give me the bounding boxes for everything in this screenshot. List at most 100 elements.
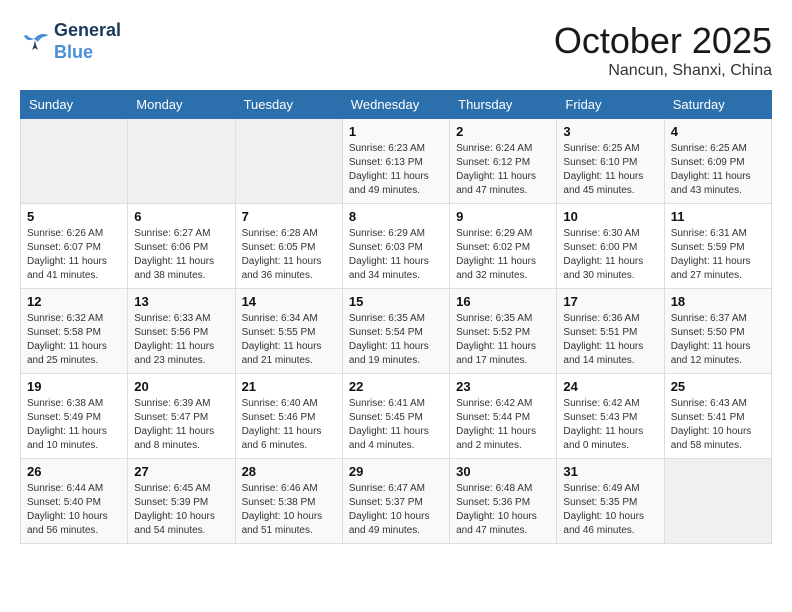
header-thursday: Thursday: [450, 91, 557, 119]
day-info: Sunrise: 6:38 AM Sunset: 5:49 PM Dayligh…: [27, 397, 121, 453]
table-row: 20Sunrise: 6:39 AM Sunset: 5:47 PM Dayli…: [128, 374, 235, 459]
calendar-week-row: 26Sunrise: 6:44 AM Sunset: 5:40 PM Dayli…: [21, 459, 772, 544]
table-row: 9Sunrise: 6:29 AM Sunset: 6:02 PM Daylig…: [450, 204, 557, 289]
day-number: 13: [134, 294, 228, 309]
day-info: Sunrise: 6:25 AM Sunset: 6:10 PM Dayligh…: [563, 142, 657, 198]
table-row: 10 Sunrise: 6:30 AM Sunset: 6:00 PM Dayli…: [557, 204, 664, 289]
table-row: [235, 119, 342, 204]
day-info: Sunrise: 6:24 AM Sunset: 6:12 PM Dayligh…: [456, 142, 550, 198]
day-info: Sunrise: 6:28 AM Sunset: 6:05 PM Dayligh…: [242, 227, 336, 283]
day-info: Sunrise: 6:23 AM Sunset: 6:13 PM Dayligh…: [349, 142, 443, 198]
day-info: Sunrise: 6:31 AM Sunset: 5:59 PM Dayligh…: [671, 227, 765, 283]
day-number: 8: [349, 209, 443, 224]
day-number: 14: [242, 294, 336, 309]
table-row: [21, 119, 128, 204]
header-sunday: Sunday: [21, 91, 128, 119]
day-number: 6: [134, 209, 228, 224]
table-row: 2 Sunrise: 6:24 AM Sunset: 6:12 PM Daylig…: [450, 119, 557, 204]
calendar-header-row: Sunday Monday Tuesday Wednesday Thursday…: [21, 91, 772, 119]
day-number: 27: [134, 464, 228, 479]
month-title: October 2025: [554, 20, 772, 62]
table-row: 24Sunrise: 6:42 AM Sunset: 5:43 PM Dayli…: [557, 374, 664, 459]
table-row: 21Sunrise: 6:40 AM Sunset: 5:46 PM Dayli…: [235, 374, 342, 459]
table-row: 1 Sunrise: 6:23 AM Sunset: 6:13 PM Daylig…: [342, 119, 449, 204]
table-row: 23Sunrise: 6:42 AM Sunset: 5:44 PM Dayli…: [450, 374, 557, 459]
table-row: 15 Sunrise: 6:35 AM Sunset: 5:54 PM Dayli…: [342, 289, 449, 374]
header-wednesday: Wednesday: [342, 91, 449, 119]
table-row: 6 Sunrise: 6:27 AM Sunset: 6:06 PM Daylig…: [128, 204, 235, 289]
day-number: 24: [563, 379, 657, 394]
day-number: 1: [349, 124, 443, 139]
table-row: 14 Sunrise: 6:34 AM Sunset: 5:55 PM Dayli…: [235, 289, 342, 374]
day-info: Sunrise: 6:41 AM Sunset: 5:45 PM Dayligh…: [349, 397, 443, 453]
table-row: [128, 119, 235, 204]
day-number: 12: [27, 294, 121, 309]
header-tuesday: Tuesday: [235, 91, 342, 119]
day-info: Sunrise: 6:26 AM Sunset: 6:07 PM Dayligh…: [27, 227, 121, 283]
day-info: Sunrise: 6:29 AM Sunset: 6:03 PM Dayligh…: [349, 227, 443, 283]
table-row: 30Sunrise: 6:48 AM Sunset: 5:36 PM Dayli…: [450, 459, 557, 544]
table-row: 26Sunrise: 6:44 AM Sunset: 5:40 PM Dayli…: [21, 459, 128, 544]
day-number: 30: [456, 464, 550, 479]
table-row: 22 Sunrise: 6:41 AM Sunset: 5:45 PM Dayli…: [342, 374, 449, 459]
day-info: Sunrise: 6:35 AM Sunset: 5:54 PM Dayligh…: [349, 312, 443, 368]
day-number: 22: [349, 379, 443, 394]
table-row: 8 Sunrise: 6:29 AM Sunset: 6:03 PM Daylig…: [342, 204, 449, 289]
table-row: 12 Sunrise: 6:32 AM Sunset: 5:58 PM Dayli…: [21, 289, 128, 374]
table-row: 19 Sunrise: 6:38 AM Sunset: 5:49 PM Dayli…: [21, 374, 128, 459]
day-info: Sunrise: 6:27 AM Sunset: 6:06 PM Dayligh…: [134, 227, 228, 283]
day-info: Sunrise: 6:34 AM Sunset: 5:55 PM Dayligh…: [242, 312, 336, 368]
day-number: 20: [134, 379, 228, 394]
calendar-week-row: 19 Sunrise: 6:38 AM Sunset: 5:49 PM Dayli…: [21, 374, 772, 459]
logo: GeneralBlue: [20, 20, 121, 63]
header-saturday: Saturday: [664, 91, 771, 119]
day-info: Sunrise: 6:47 AM Sunset: 5:37 PM Dayligh…: [349, 482, 443, 538]
day-info: Sunrise: 6:25 AM Sunset: 6:09 PM Dayligh…: [671, 142, 765, 198]
day-number: 17: [563, 294, 657, 309]
day-info: Sunrise: 6:33 AM Sunset: 5:56 PM Dayligh…: [134, 312, 228, 368]
table-row: 7 Sunrise: 6:28 AM Sunset: 6:05 PM Daylig…: [235, 204, 342, 289]
table-row: 18 Sunrise: 6:37 AM Sunset: 5:50 PM Dayli…: [664, 289, 771, 374]
title-block: October 2025 Nancun, Shanxi, China: [554, 20, 772, 80]
day-number: 19: [27, 379, 121, 394]
day-info: Sunrise: 6:45 AM Sunset: 5:39 PM Dayligh…: [134, 482, 228, 538]
logo-icon: [20, 30, 50, 54]
day-info: Sunrise: 6:49 AM Sunset: 5:35 PM Dayligh…: [563, 482, 657, 538]
table-row: 16 Sunrise: 6:35 AM Sunset: 5:52 PM Dayli…: [450, 289, 557, 374]
table-row: 4Sunrise: 6:25 AM Sunset: 6:09 PM Daylig…: [664, 119, 771, 204]
day-info: Sunrise: 6:35 AM Sunset: 5:52 PM Dayligh…: [456, 312, 550, 368]
page-header: GeneralBlue October 2025 Nancun, Shanxi,…: [20, 20, 772, 80]
table-row: 25Sunrise: 6:43 AM Sunset: 5:41 PM Dayli…: [664, 374, 771, 459]
day-number: 2: [456, 124, 550, 139]
day-number: 5: [27, 209, 121, 224]
day-number: 26: [27, 464, 121, 479]
day-number: 10: [563, 209, 657, 224]
table-row: 29Sunrise: 6:47 AM Sunset: 5:37 PM Dayli…: [342, 459, 449, 544]
day-number: 16: [456, 294, 550, 309]
table-row: 3Sunrise: 6:25 AM Sunset: 6:10 PM Daylig…: [557, 119, 664, 204]
logo-text: GeneralBlue: [54, 20, 121, 63]
day-info: Sunrise: 6:29 AM Sunset: 6:02 PM Dayligh…: [456, 227, 550, 283]
table-row: 31 Sunrise: 6:49 AM Sunset: 5:35 PM Dayli…: [557, 459, 664, 544]
day-number: 31: [563, 464, 657, 479]
calendar-week-row: 1 Sunrise: 6:23 AM Sunset: 6:13 PM Daylig…: [21, 119, 772, 204]
table-row: 11 Sunrise: 6:31 AM Sunset: 5:59 PM Dayli…: [664, 204, 771, 289]
calendar-week-row: 5 Sunrise: 6:26 AM Sunset: 6:07 PM Daylig…: [21, 204, 772, 289]
table-row: 17Sunrise: 6:36 AM Sunset: 5:51 PM Dayli…: [557, 289, 664, 374]
day-info: Sunrise: 6:32 AM Sunset: 5:58 PM Dayligh…: [27, 312, 121, 368]
header-monday: Monday: [128, 91, 235, 119]
header-friday: Friday: [557, 91, 664, 119]
location: Nancun, Shanxi, China: [554, 62, 772, 80]
day-number: 28: [242, 464, 336, 479]
day-info: Sunrise: 6:30 AM Sunset: 6:00 PM Dayligh…: [563, 227, 657, 283]
table-row: 28Sunrise: 6:46 AM Sunset: 5:38 PM Dayli…: [235, 459, 342, 544]
day-info: Sunrise: 6:37 AM Sunset: 5:50 PM Dayligh…: [671, 312, 765, 368]
day-number: 15: [349, 294, 443, 309]
day-number: 25: [671, 379, 765, 394]
day-number: 7: [242, 209, 336, 224]
day-info: Sunrise: 6:42 AM Sunset: 5:44 PM Dayligh…: [456, 397, 550, 453]
day-number: 21: [242, 379, 336, 394]
day-number: 18: [671, 294, 765, 309]
calendar-week-row: 12 Sunrise: 6:32 AM Sunset: 5:58 PM Dayli…: [21, 289, 772, 374]
day-number: 11: [671, 209, 765, 224]
